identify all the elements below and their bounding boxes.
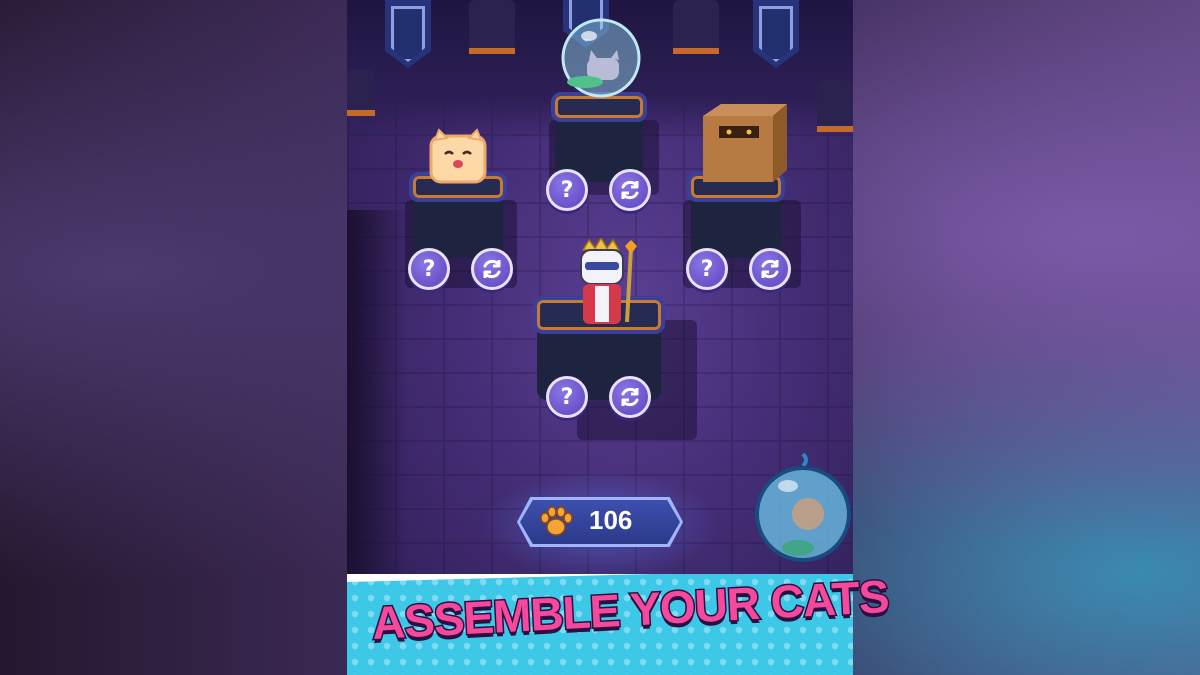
toast-cat-icon — [429, 128, 487, 184]
currency-value: 106 — [589, 505, 633, 535]
refresh-icon — [761, 259, 779, 279]
bubble-cat-icon — [561, 18, 641, 98]
box-cat-icon — [703, 104, 787, 182]
swap-button[interactable] — [471, 248, 513, 290]
info-button[interactable]: question-icon ? — [546, 376, 588, 418]
swap-button[interactable] — [749, 248, 791, 290]
swap-button[interactable] — [609, 376, 651, 418]
paw-icon — [540, 506, 573, 536]
swap-button[interactable] — [609, 169, 651, 211]
refresh-icon — [621, 387, 639, 407]
floor-shadow — [347, 210, 407, 590]
wall-pillar — [469, 0, 515, 54]
info-button[interactable]: question-icon ? — [546, 169, 588, 211]
info-button[interactable]: question-icon ? — [408, 248, 450, 290]
wall-pillar — [673, 0, 719, 54]
info-button[interactable]: question-icon ? — [686, 248, 728, 290]
king-cat-icon — [580, 238, 637, 324]
mermaid-cat-bubble-icon — [755, 452, 851, 562]
paw-currency-counter: 106 — [517, 497, 683, 547]
wall-pillar — [817, 80, 853, 132]
refresh-icon — [621, 180, 639, 200]
wall-pillar — [347, 70, 375, 116]
refresh-icon — [483, 259, 501, 279]
